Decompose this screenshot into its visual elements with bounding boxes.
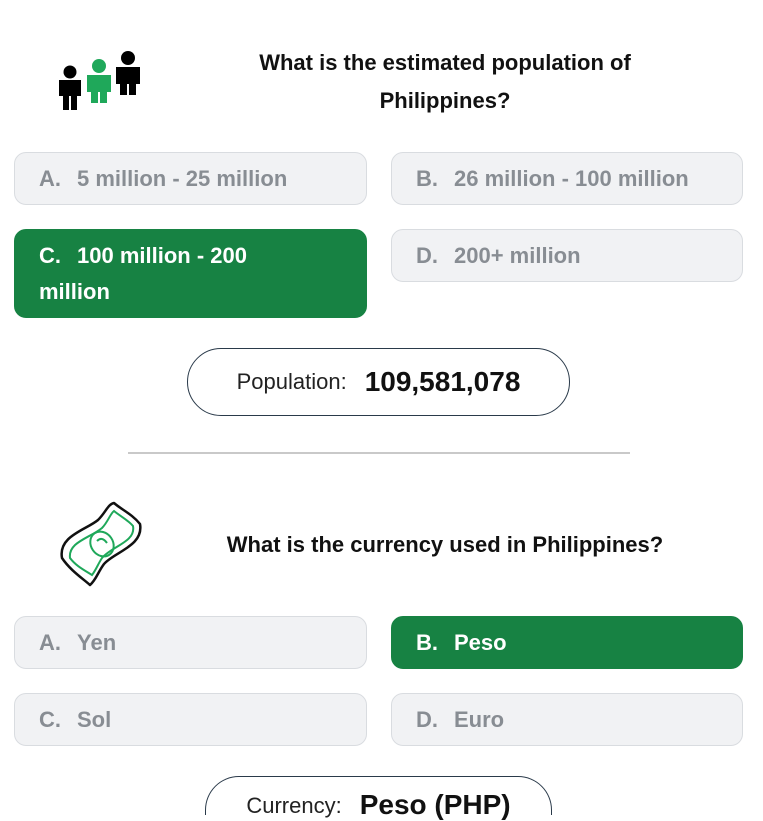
population-option-a[interactable]: A. 5 million - 25 million — [14, 152, 367, 205]
option-letter: A. — [39, 630, 61, 655]
option-letter: C. — [39, 243, 61, 268]
currency-option-a[interactable]: A. Yen — [14, 616, 367, 669]
option-text: Peso — [454, 630, 507, 655]
option-text: Sol — [77, 707, 112, 732]
option-text: 5 million - 25 million — [77, 166, 288, 191]
population-question-line1: What is the estimated population of — [259, 50, 631, 75]
option-text-line2: million — [39, 279, 110, 304]
currency-result-value: Peso (PHP) — [359, 789, 511, 820]
population-option-c[interactable]: C. 100 million - 200 million — [14, 229, 367, 318]
option-text: 200+ million — [454, 243, 581, 268]
currency-option-d[interactable]: D. Euro — [391, 693, 743, 746]
option-letter: B. — [416, 166, 438, 191]
population-result: Population: 109,581,078 — [187, 348, 570, 416]
money-bill-icon — [56, 500, 144, 588]
option-text: Euro — [454, 707, 505, 732]
option-text: 26 million - 100 million — [454, 166, 689, 191]
people-icon — [54, 48, 146, 112]
option-letter: C. — [39, 707, 61, 732]
population-question-line2: Philippines? — [379, 88, 511, 113]
currency-option-b[interactable]: B. Peso — [391, 616, 743, 669]
currency-question: What is the currency used in Philippines… — [190, 526, 700, 564]
population-question: What is the estimated population of Phil… — [190, 44, 700, 120]
currency-option-c[interactable]: C. Sol — [14, 693, 367, 746]
currency-result: Currency: Peso (PHP) — [205, 776, 552, 820]
option-text: Yen — [77, 630, 117, 655]
currency-question-text: What is the currency used in Philippines… — [226, 532, 664, 557]
population-result-label: Population: — [236, 369, 347, 394]
section-divider — [128, 452, 630, 454]
option-letter: D. — [416, 243, 438, 268]
option-letter: B. — [416, 630, 438, 655]
option-letter: A. — [39, 166, 61, 191]
option-text: 100 million - 200 — [77, 243, 247, 268]
option-letter: D. — [416, 707, 438, 732]
population-option-d[interactable]: D. 200+ million — [391, 229, 743, 282]
population-result-value: 109,581,078 — [364, 366, 521, 397]
population-option-b[interactable]: B. 26 million - 100 million — [391, 152, 743, 205]
currency-result-label: Currency: — [246, 793, 342, 818]
